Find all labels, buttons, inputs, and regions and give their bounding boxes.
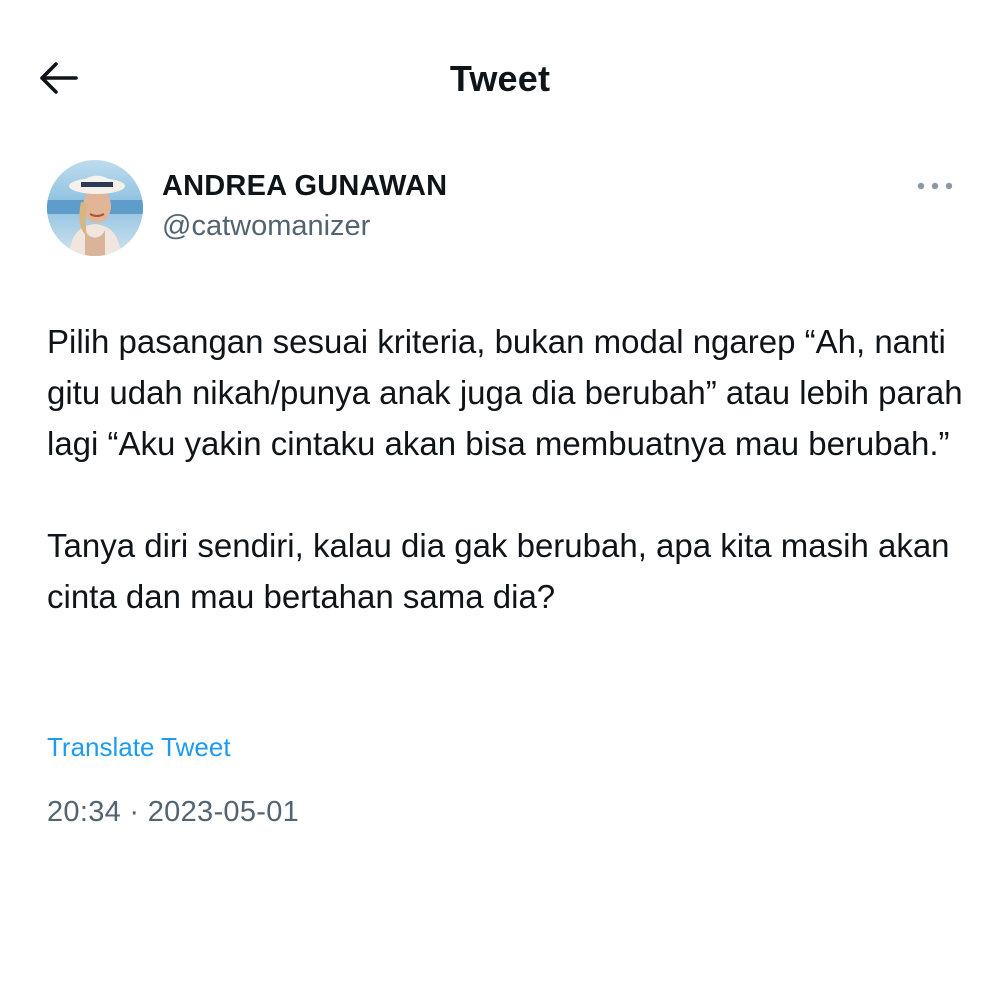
profile-photo xyxy=(47,160,143,256)
tweet-text: Pilih pasangan sesuai kriteria, bukan mo… xyxy=(47,316,967,622)
tweet-paragraph: Pilih pasangan sesuai kriteria, bukan mo… xyxy=(47,323,963,462)
page-title: Tweet xyxy=(449,58,551,99)
top-bar: Tweet xyxy=(0,0,1000,160)
author-name[interactable]: ANDREA GUNAWAN xyxy=(162,170,447,203)
tweet-paragraph: Tanya diri sendiri, kalau dia gak beruba… xyxy=(47,527,950,615)
tweet-timestamp[interactable]: 20:34 · 2023-05-01 xyxy=(47,796,299,829)
author-handle[interactable]: @catwomanizer xyxy=(162,210,370,243)
tweet-page: Tweet ANDREA GUNAWAN @catwomanizer Pilih… xyxy=(0,0,1000,1000)
avatar[interactable] xyxy=(47,160,143,256)
more-options-button[interactable] xyxy=(912,172,958,202)
more-options-icon xyxy=(915,178,955,196)
translate-tweet-link[interactable]: Translate Tweet xyxy=(47,732,231,763)
